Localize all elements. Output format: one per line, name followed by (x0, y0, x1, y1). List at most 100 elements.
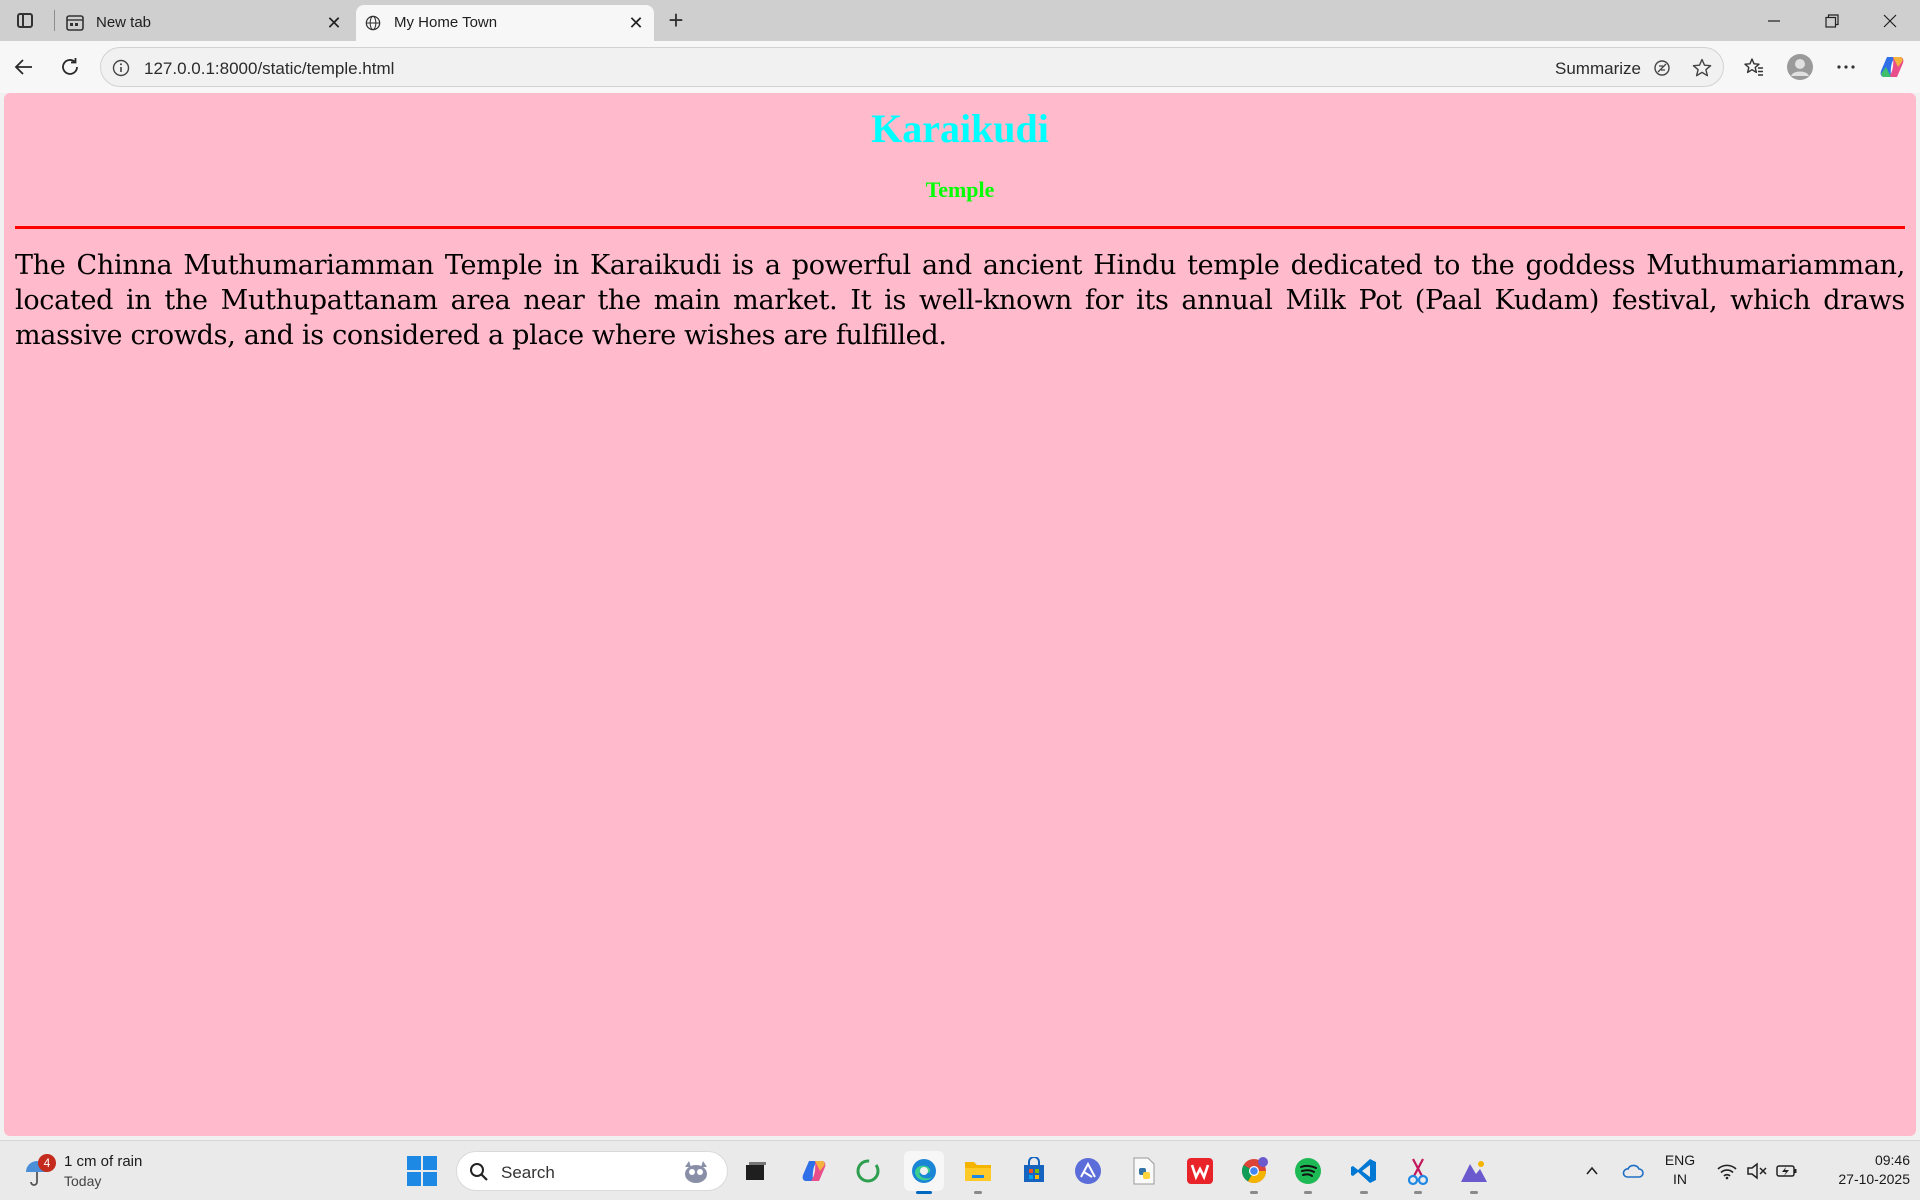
horizontal-rule (15, 226, 1905, 229)
volume-button[interactable] (1742, 1151, 1772, 1191)
address-bar[interactable]: 127.0.0.1:8000/static/temple.html Summar… (100, 47, 1724, 87)
weather-alert-badge: 4 (38, 1154, 56, 1172)
edge-app[interactable] (904, 1151, 944, 1194)
vscode-icon (1351, 1159, 1376, 1183)
region-code: IN (1673, 1171, 1687, 1187)
tab-label: My Home Town (394, 14, 498, 31)
file-explorer-app[interactable] (958, 1151, 998, 1194)
tab-actions-button[interactable] (10, 8, 40, 32)
favorites-button[interactable] (1736, 49, 1772, 85)
wifi-icon (1717, 1164, 1737, 1180)
task-view-button[interactable] (736, 1151, 776, 1191)
language-indicator[interactable]: ENG IN (1660, 1151, 1700, 1189)
circle-arrows-icon (856, 1159, 880, 1183)
copilot-app[interactable] (794, 1151, 834, 1191)
wps-office-app[interactable] (1180, 1151, 1220, 1191)
tab-separator (54, 10, 55, 31)
close-window-button[interactable] (1868, 6, 1912, 36)
clock-time: 09:46 (1874, 1152, 1910, 1168)
browser-toolbar: 127.0.0.1:8000/static/temple.html Summar… (0, 41, 1920, 93)
site-info-icon[interactable] (111, 58, 131, 78)
profile-button[interactable] (1782, 49, 1818, 85)
photos-app[interactable] (1454, 1151, 1494, 1194)
page-viewport: Karaikudi Temple The Chinna Muthumariamm… (4, 93, 1916, 1136)
avatar-icon (1787, 54, 1813, 80)
page-heading: Karaikudi (871, 106, 1049, 151)
chrome-app[interactable] (1234, 1151, 1274, 1194)
network-button[interactable] (1712, 1151, 1742, 1191)
microsoft-store-app[interactable] (1014, 1151, 1054, 1191)
affinity-app[interactable] (1068, 1151, 1108, 1191)
favorites-icon (1744, 58, 1763, 76)
edge-icon (912, 1159, 936, 1183)
weather-subtext: Today (64, 1173, 102, 1189)
tab-strip: New tab ✕ My Home Town ✕ + (0, 0, 1920, 41)
python-file-app[interactable] (1124, 1151, 1164, 1191)
search-label: Search (501, 1163, 555, 1182)
spotify-icon (1295, 1158, 1321, 1184)
refresh-circle-app[interactable] (848, 1151, 888, 1191)
battery-charging-icon (1776, 1165, 1797, 1177)
more-horizontal-icon (1837, 65, 1855, 69)
chevron-up-icon (1586, 1166, 1598, 1175)
minimize-icon (1768, 20, 1780, 22)
copilot-icon (1880, 57, 1904, 77)
taskbar: 4 1 cm of rain Today Search ENG IN 09:46… (0, 1140, 1920, 1200)
new-tab-icon (66, 15, 84, 31)
show-hidden-icons-button[interactable] (1580, 1151, 1604, 1191)
cloud-icon (1622, 1164, 1644, 1178)
weather-widget[interactable]: 4 1 cm of rain Today (20, 1149, 160, 1193)
folder-icon (965, 1162, 991, 1181)
summarize-button[interactable]: Summarize (1555, 59, 1641, 79)
running-indicator (1414, 1191, 1422, 1194)
running-indicator (916, 1191, 932, 1194)
reload-icon (62, 58, 78, 75)
affinity-icon (1075, 1158, 1101, 1184)
reader-mode-icon[interactable] (1651, 57, 1673, 79)
python-file-icon (1133, 1157, 1155, 1185)
battery-button[interactable] (1772, 1151, 1802, 1191)
close-icon (1883, 14, 1897, 28)
reload-button[interactable] (52, 49, 88, 85)
snipping-tool-app[interactable] (1398, 1151, 1438, 1194)
restore-button[interactable] (1810, 6, 1854, 36)
running-indicator (1470, 1191, 1478, 1194)
tab-close-icon[interactable]: ✕ (324, 13, 344, 33)
running-indicator (974, 1191, 982, 1194)
more-options-button[interactable] (1828, 49, 1864, 85)
running-indicator (1304, 1191, 1312, 1194)
store-icon (1024, 1157, 1044, 1182)
spotify-app[interactable] (1288, 1151, 1328, 1194)
taskbar-search[interactable]: Search (456, 1151, 728, 1191)
language-code: ENG (1664, 1152, 1696, 1168)
search-icon (470, 1163, 488, 1181)
page-subheading: Temple (925, 177, 995, 202)
search-highlight-icon (685, 1161, 707, 1183)
chrome-icon (1241, 1157, 1268, 1184)
task-view-icon (746, 1162, 766, 1180)
back-button[interactable] (6, 49, 42, 85)
windows-icon (407, 1156, 437, 1186)
vscode-app[interactable] (1344, 1151, 1384, 1194)
copilot-button[interactable] (1874, 49, 1910, 85)
wps-office-icon (1187, 1158, 1213, 1184)
favorite-star-icon[interactable] (1691, 57, 1713, 79)
start-button[interactable] (406, 1155, 438, 1187)
running-indicator (1250, 1191, 1258, 1194)
tab-new-tab[interactable]: New tab ✕ (60, 5, 352, 41)
clock[interactable]: 09:46 27-10-2025 (1810, 1151, 1910, 1189)
temple-description: The Chinna Muthumariamman Temple in Kara… (15, 250, 1905, 351)
tab-label: New tab (96, 14, 152, 31)
clock-date: 27-10-2025 (1838, 1171, 1910, 1187)
scissors-icon (1407, 1158, 1429, 1186)
restore-icon (1825, 14, 1839, 28)
tab-close-icon[interactable]: ✕ (626, 13, 646, 33)
running-indicator (1360, 1191, 1368, 1194)
back-arrow-icon (14, 59, 32, 75)
url-text[interactable]: 127.0.0.1:8000/static/temple.html (144, 59, 394, 79)
minimize-button[interactable] (1752, 6, 1796, 36)
tab-my-home-town[interactable]: My Home Town ✕ (356, 5, 654, 41)
onedrive-button[interactable] (1618, 1151, 1648, 1191)
globe-icon (365, 15, 381, 31)
new-tab-button[interactable]: + (662, 7, 690, 35)
